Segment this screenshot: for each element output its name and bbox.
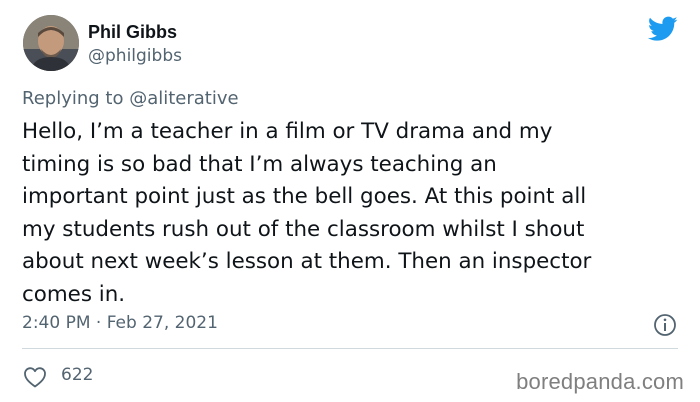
heart-icon[interactable] xyxy=(23,366,47,388)
info-icon[interactable] xyxy=(653,313,677,337)
tweet-card: Phil Gibbs @philgibbs Replying to @alite… xyxy=(0,0,700,402)
tweet-text: Hello, I’m a teacher in a film or TV dra… xyxy=(22,119,592,307)
watermark: boredpanda.com xyxy=(516,369,684,394)
replying-to-label: Replying to xyxy=(22,88,130,109)
avatar[interactable] xyxy=(23,15,79,71)
twitter-bird-icon[interactable] xyxy=(648,16,678,42)
like-count: 622 xyxy=(61,365,94,385)
author-handle[interactable]: @philgibbs xyxy=(88,46,182,66)
divider xyxy=(22,348,678,349)
reply-mention-link[interactable]: @aliterative xyxy=(129,88,238,109)
replying-to: Replying to @aliterative xyxy=(22,88,239,109)
tweet-timestamp[interactable]: 2:40 PM · Feb 27, 2021 xyxy=(22,313,218,333)
author-name[interactable]: Phil Gibbs xyxy=(88,22,177,43)
